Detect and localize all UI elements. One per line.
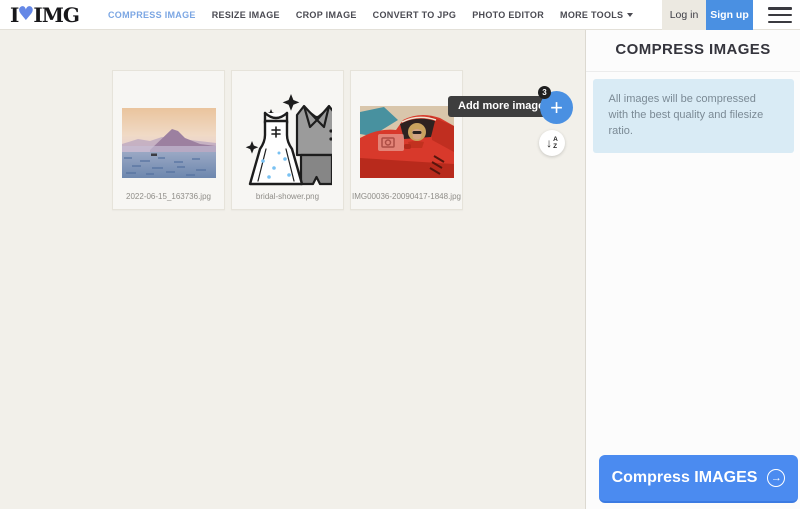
compression-info-box: All images will be compressed with the b… — [593, 79, 794, 153]
workspace-area: 2022-06-15_163736.jpg — [0, 30, 585, 509]
signup-button[interactable]: Sign up — [706, 0, 753, 30]
nav-more-tools-label: MORE TOOLS — [560, 10, 623, 20]
sidebar-title: COMPRESS IMAGES — [586, 41, 800, 72]
compress-images-button[interactable]: Compress IMAGES → — [599, 455, 798, 503]
thumbnail-red-car-photo — [360, 106, 454, 178]
nav-resize-image[interactable]: RESIZE IMAGE — [212, 10, 280, 20]
nav-crop-image[interactable]: CROP IMAGE — [296, 10, 357, 20]
file-count-badge: 3 — [538, 86, 551, 99]
sort-arrow-icon: ↓ — [546, 137, 552, 149]
file-card-list: 2022-06-15_163736.jpg — [112, 70, 463, 210]
arrow-right-circle-icon: → — [767, 469, 785, 487]
main-nav: COMPRESS IMAGE RESIZE IMAGE CROP IMAGE C… — [108, 0, 633, 30]
file-name: 2022-06-15_163736.jpg — [113, 192, 224, 201]
file-card-3[interactable]: IMG00036-20090417-1848.jpg — [350, 70, 463, 210]
file-name: IMG00036-20090417-1848.jpg — [351, 192, 462, 201]
chevron-down-icon — [627, 13, 633, 17]
app-logo[interactable]: I ♥ IMG — [10, 2, 79, 28]
options-sidebar: COMPRESS IMAGES All images will be compr… — [585, 30, 800, 509]
top-header: I ♥ IMG COMPRESS IMAGE RESIZE IMAGE CROP… — [0, 0, 800, 30]
heart-icon: ♥ — [17, 3, 34, 25]
login-button[interactable]: Log in — [662, 0, 706, 30]
file-card-1[interactable]: 2022-06-15_163736.jpg — [112, 70, 225, 210]
file-name: bridal-shower.png — [232, 192, 343, 201]
plus-icon: + — [550, 97, 563, 119]
sort-az-icon: A Z — [553, 136, 558, 150]
logo-text-img: IMG — [33, 3, 79, 27]
thumbnail-sea-mountain-photo — [122, 108, 216, 178]
nav-compress-image[interactable]: COMPRESS IMAGE — [108, 10, 196, 20]
thumbnail-bridal-shower-icon — [244, 91, 332, 189]
nav-photo-editor[interactable]: PHOTO EDITOR — [472, 10, 544, 20]
compress-button-label: Compress IMAGES — [612, 469, 758, 487]
hamburger-menu-icon[interactable] — [768, 7, 792, 23]
file-card-2[interactable]: bridal-shower.png — [231, 70, 344, 210]
nav-more-tools[interactable]: MORE TOOLS — [560, 10, 633, 20]
nav-convert-to-jpg[interactable]: CONVERT TO JPG — [373, 10, 457, 20]
sort-files-button[interactable]: ↓ A Z — [539, 130, 565, 156]
